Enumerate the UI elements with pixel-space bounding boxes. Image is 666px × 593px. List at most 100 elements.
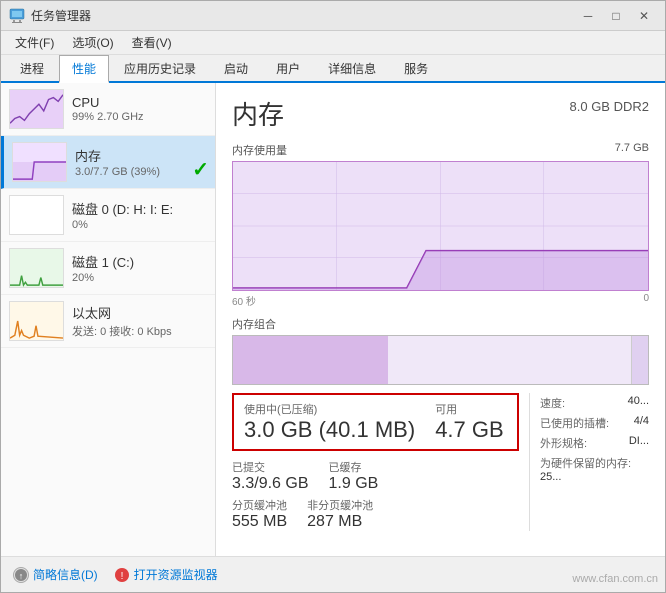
disk1-info: 磁盘 1 (C:) 20% [72,252,207,284]
speed-label: 速度: [540,395,565,411]
right-stats-panel: 速度: 40... 已使用的插槽: 4/4 外形规格: DI... 为硬件保留的… [529,393,649,531]
disk1-thumbnail [9,248,64,288]
close-button[interactable]: ✕ [631,6,657,26]
content-area: 内存 8.0 GB DDR2 内存使用量 7.7 GB [216,83,665,556]
committed-value: 3.3/9.6 GB [232,475,309,493]
memory-name: 内存 [75,146,207,165]
secondary-stats-2: 分页缓冲池 555 MB 非分页缓冲池 287 MB [232,497,519,531]
paged-label: 分页缓冲池 [232,497,287,513]
cpu-info: CPU 99% 2.70 GHz [72,95,207,123]
monitor-label: 打开资源监视器 [134,566,218,583]
menu-bar: 文件(F) 选项(O) 查看(V) [1,31,665,55]
chart-label: 内存使用量 7.7 GB [232,142,649,158]
tab-details[interactable]: 详细信息 [315,55,389,81]
sidebar: CPU 99% 2.70 GHz 内存 3.0/7.7 GB (39%) [1,83,216,556]
stats-section: 使用中(已压缩) 3.0 GB (40.1 MB) 可用 4.7 GB [232,393,649,531]
monitor-icon: ! [114,567,130,583]
main-stats-box: 使用中(已压缩) 3.0 GB (40.1 MB) 可用 4.7 GB [232,393,519,451]
ethernet-info: 以太网 发送: 0 接收: 0 Kbps [72,303,207,339]
tab-performance[interactable]: 性能 [59,55,109,83]
sidebar-item-cpu[interactable]: CPU 99% 2.70 GHz [1,83,215,136]
form-row: 外形规格: DI... [540,435,649,451]
sidebar-item-ethernet[interactable]: 以太网 发送: 0 接收: 0 Kbps [1,295,215,348]
memory-info: 内存 3.0/7.7 GB (39%) [75,146,207,178]
content-title: 内存 [232,95,284,132]
chart-time-labels: 60 秒 0 [232,293,649,308]
cpu-thumbnail [9,89,64,129]
main-stats-row: 使用中(已压缩) 3.0 GB (40.1 MB) 可用 4.7 GB [244,401,507,443]
ethernet-name: 以太网 [72,303,207,322]
available-label: 可用 [435,401,503,417]
disk0-name: 磁盘 0 (D: H: I: E: [72,199,207,218]
disk1-name: 磁盘 1 (C:) [72,252,207,271]
reserved-row: 为硬件保留的内存: 25... [540,455,649,483]
in-use-value: 3.0 GB (40.1 MB) [244,417,415,443]
slots-value: 4/4 [634,415,649,431]
title-left: 任务管理器 [9,7,91,24]
tab-users[interactable]: 用户 [263,55,313,81]
check-icon: ✓ [192,157,209,182]
tab-startup[interactable]: 启动 [211,55,261,81]
cached-value: 1.9 GB [329,475,379,493]
ethernet-stat: 发送: 0 接收: 0 Kbps [72,323,207,339]
time-end: 0 [643,293,649,308]
summary-label: 简略信息(D) [33,566,98,583]
cached-label: 已缓存 [329,459,379,475]
tab-process[interactable]: 进程 [7,55,57,81]
disk0-thumbnail [9,195,64,235]
speed-value: 40... [628,395,649,411]
in-use-label: 使用中(已压缩) [244,401,415,417]
menu-options[interactable]: 选项(O) [64,32,121,53]
reserved-value: 25... [540,471,649,483]
menu-file[interactable]: 文件(F) [7,32,62,53]
secondary-stats-1: 已提交 3.3/9.6 GB 已缓存 1.9 GB [232,459,519,493]
memory-thumbnail [12,142,67,182]
comp-free [388,336,631,384]
svg-text:↑: ↑ [19,571,24,581]
composition-bar [232,335,649,385]
in-use-stat: 使用中(已压缩) 3.0 GB (40.1 MB) [244,401,415,443]
available-stat: 可用 4.7 GB [435,401,503,443]
app-icon [9,8,25,24]
cpu-name: CPU [72,95,207,110]
title-controls: ─ □ ✕ [575,6,657,26]
sidebar-item-disk1[interactable]: 磁盘 1 (C:) 20% [1,242,215,295]
form-value: DI... [629,435,649,451]
menu-view[interactable]: 查看(V) [124,32,180,53]
available-value: 4.7 GB [435,417,503,443]
content-header: 内存 8.0 GB DDR2 [232,95,649,132]
nonpaged-stat: 非分页缓冲池 287 MB [307,497,373,531]
maximize-button[interactable]: □ [603,6,629,26]
speed-row: 速度: 40... [540,395,649,411]
chart-usage-label: 内存使用量 [232,142,287,158]
disk0-stat: 0% [72,219,207,231]
summary-link[interactable]: ↑ 简略信息(D) [13,566,98,583]
minimize-button[interactable]: ─ [575,6,601,26]
composition-section: 内存组合 [232,316,649,385]
sidebar-item-disk0[interactable]: 磁盘 0 (D: H: I: E: 0% [1,189,215,242]
summary-icon: ↑ [13,567,29,583]
sidebar-item-memory[interactable]: 内存 3.0/7.7 GB (39%) ✓ [1,136,215,189]
window-title: 任务管理器 [31,7,91,24]
cpu-stat: 99% 2.70 GHz [72,111,207,123]
main-area: CPU 99% 2.70 GHz 内存 3.0/7.7 GB (39%) [1,83,665,556]
slots-label: 已使用的插槽: [540,415,609,431]
composition-label: 内存组合 [232,316,649,332]
svg-text:!: ! [120,571,123,582]
form-label: 外形规格: [540,435,587,451]
slots-row: 已使用的插槽: 4/4 [540,415,649,431]
task-manager-window: 任务管理器 ─ □ ✕ 文件(F) 选项(O) 查看(V) 进程 性能 应用历史… [0,0,666,593]
nonpaged-value: 287 MB [307,513,373,531]
cached-stat: 已缓存 1.9 GB [329,459,379,493]
content-subtitle: 8.0 GB DDR2 [570,99,649,114]
memory-stat: 3.0/7.7 GB (39%) [75,166,207,178]
chart-section: 内存使用量 7.7 GB [232,142,649,308]
comp-hardware [631,336,648,384]
tab-app-history[interactable]: 应用历史记录 [111,55,209,81]
chart-usage-value: 7.7 GB [615,142,649,158]
reserved-label: 为硬件保留的内存: [540,455,649,471]
monitor-link[interactable]: ! 打开资源监视器 [114,566,218,583]
committed-label: 已提交 [232,459,309,475]
tab-services[interactable]: 服务 [391,55,441,81]
nonpaged-label: 非分页缓冲池 [307,497,373,513]
